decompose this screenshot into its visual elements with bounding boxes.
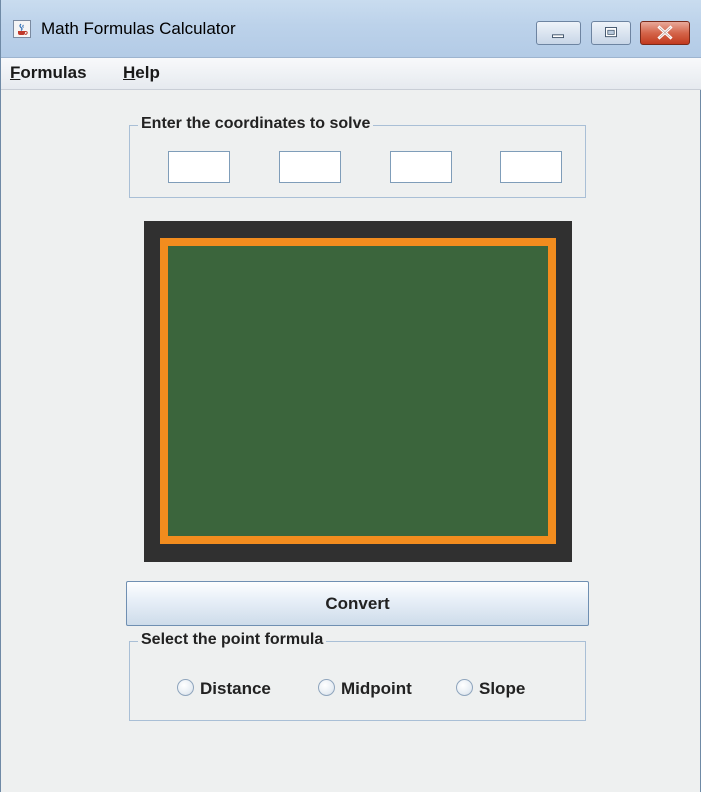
chalkboard-display xyxy=(168,246,548,536)
radio-distance-label: Distance xyxy=(200,679,271,698)
menu-formulas-label: ormulas xyxy=(20,63,87,82)
radio-slope-label: Slope xyxy=(479,679,526,698)
radio-slope[interactable]: Slope xyxy=(456,679,525,701)
menu-help-label: elp xyxy=(135,63,160,82)
menu-bar: Formulas Help xyxy=(1,58,701,90)
close-icon xyxy=(657,25,673,40)
coordinates-group-title: Enter the coordinates to solve xyxy=(138,115,374,133)
close-button[interactable] xyxy=(640,21,690,45)
menu-help[interactable]: Help xyxy=(123,63,160,83)
chalkboard-border xyxy=(144,221,572,562)
coordinate-input-4[interactable] xyxy=(500,151,562,183)
menu-formulas[interactable]: Formulas xyxy=(10,63,87,83)
minimize-button[interactable] xyxy=(536,21,581,45)
app-window: Math Formulas Calculator Formulas Help E… xyxy=(0,0,701,792)
minimize-icon xyxy=(552,34,564,39)
java-coffee-icon[interactable] xyxy=(13,20,31,38)
radio-midpoint[interactable]: Midpoint xyxy=(318,679,412,701)
formula-selector-title: Select the point formula xyxy=(138,631,327,649)
coordinate-input-2[interactable] xyxy=(279,151,341,183)
radio-midpoint-label: Midpoint xyxy=(341,679,412,698)
coordinate-input-1[interactable] xyxy=(168,151,230,183)
radio-circle-icon[interactable] xyxy=(456,679,473,697)
menu-help-mnemonic: H xyxy=(123,63,136,82)
chalkboard-frame xyxy=(160,238,556,544)
window-title: Math Formulas Calculator xyxy=(41,19,236,38)
maximize-icon xyxy=(605,27,617,38)
radio-circle-icon[interactable] xyxy=(318,679,335,697)
title-bar[interactable]: Math Formulas Calculator xyxy=(1,0,701,58)
maximize-button[interactable] xyxy=(591,21,631,45)
coordinate-input-3[interactable] xyxy=(390,151,452,183)
radio-circle-icon[interactable] xyxy=(177,679,194,697)
radio-distance[interactable]: Distance xyxy=(177,679,271,701)
convert-button[interactable]: Convert xyxy=(126,581,589,626)
menu-formulas-mnemonic: F xyxy=(10,63,21,82)
